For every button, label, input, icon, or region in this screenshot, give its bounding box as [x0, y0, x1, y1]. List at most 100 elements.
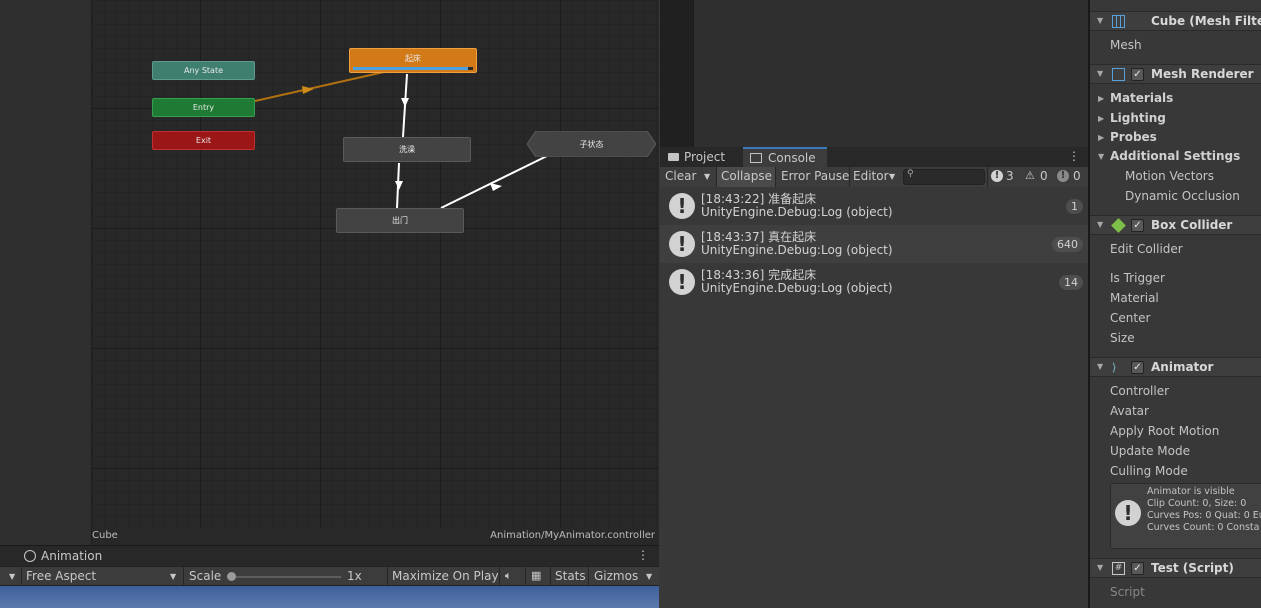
aspect-chevron-down-icon[interactable]: ▼ — [170, 572, 176, 581]
scale-slider-thumb[interactable] — [227, 572, 236, 581]
search-icon: ⚲ — [907, 169, 914, 179]
probes-label: Probes — [1110, 130, 1157, 144]
controller-label: Controller — [1110, 384, 1170, 398]
additional-settings-foldout[interactable]: ▼ Additional Settings — [1098, 149, 1241, 163]
mesh-field-label: Mesh — [1110, 38, 1142, 52]
log-count-badge: 14 — [1059, 275, 1083, 290]
clear-options-chevron-down-icon[interactable]: ▼ — [704, 172, 710, 181]
info-line: Animator is visible — [1147, 486, 1235, 497]
scale-slider[interactable] — [231, 576, 341, 578]
info-icon: ! — [1115, 500, 1141, 526]
box-collider-enabled-checkbox[interactable]: ✓ — [1131, 219, 1144, 232]
exit-node[interactable]: Exit — [152, 131, 255, 150]
test-script-enabled-checkbox[interactable]: ✓ — [1131, 562, 1144, 575]
scene-panel — [660, 0, 1089, 147]
graph-footer: Cube Animation/MyAnimator.controller — [92, 527, 659, 545]
log-entry[interactable]: ! [18:43:37] 真在起床 UnityEngine.Debug:Log … — [660, 225, 1088, 263]
project-tab-label: Project — [684, 150, 726, 164]
any-state-label: Any State — [184, 66, 223, 75]
more-options-icon[interactable]: ⋮ — [637, 548, 649, 562]
editor-chevron-down-icon[interactable]: ▼ — [889, 172, 895, 181]
transition-chumen-substate[interactable] — [440, 154, 550, 209]
gizmos-button[interactable]: Gizmos — [594, 569, 638, 583]
error-count[interactable]: 0 — [1073, 169, 1081, 183]
log-entry[interactable]: ! [18:43:22] 准备起床 UnityEngine.Debug:Log … — [660, 187, 1088, 225]
mesh-filter-header[interactable]: ▼ Cube (Mesh Filter) — [1090, 11, 1261, 31]
info-line: Curves Count: 0 Consta — [1147, 522, 1260, 533]
warning-icon: ⚠ — [1025, 169, 1035, 182]
mesh-renderer-title: Mesh Renderer — [1151, 67, 1254, 81]
transition-arrow-1 — [401, 98, 409, 107]
log-count-badge: 640 — [1052, 237, 1083, 252]
fold-down-icon[interactable]: ▼ — [1097, 220, 1103, 229]
update-mode-label: Update Mode — [1110, 444, 1190, 458]
edit-collider-label[interactable]: Edit Collider — [1110, 242, 1183, 256]
mesh-filter-title: Cube (Mesh Filter) — [1151, 14, 1261, 28]
default-state-node-qichuang[interactable]: 起床 — [349, 48, 477, 73]
grid-icon[interactable]: ▦ — [531, 569, 541, 582]
gizmos-chevron-down-icon[interactable]: ▼ — [646, 572, 652, 581]
state-progress-track — [353, 67, 473, 70]
any-state-node[interactable]: Any State — [152, 61, 255, 80]
mesh-renderer-enabled-checkbox[interactable]: ✓ — [1131, 68, 1144, 81]
xizao-label: 洗澡 — [399, 145, 415, 154]
info-log-icon: ! — [669, 269, 695, 295]
fold-down-icon[interactable]: ▼ — [1097, 563, 1103, 572]
test-script-header[interactable]: ▼ # ✓ Test (Script) — [1090, 558, 1261, 578]
lighting-foldout[interactable]: ▶ Lighting — [1098, 111, 1166, 125]
qichuang-label: 起床 — [405, 54, 421, 63]
log-entry[interactable]: ! [18:43:36] 完成起床 UnityEngine.Debug:Log … — [660, 263, 1088, 301]
tab-project[interactable]: Project — [668, 147, 725, 167]
animator-enabled-checkbox[interactable]: ✓ — [1131, 361, 1144, 374]
state-node-chumen[interactable]: 出门 — [336, 208, 464, 233]
scene-view[interactable] — [693, 0, 1089, 147]
animation-tab-label: Animation — [41, 549, 103, 563]
transition-arrow-3 — [490, 183, 502, 191]
info-log-icon: ! — [669, 231, 695, 257]
state-node-xizao[interactable]: 洗澡 — [343, 137, 471, 162]
editor-dropdown[interactable]: Editor — [853, 169, 889, 183]
stats-button[interactable]: Stats — [555, 569, 586, 583]
warning-count[interactable]: 0 — [1040, 169, 1048, 183]
game-view[interactable] — [0, 586, 659, 608]
log-count[interactable]: 3 — [1006, 169, 1014, 183]
fold-down-icon[interactable]: ▼ — [1097, 69, 1103, 78]
chumen-label: 出门 — [392, 216, 408, 225]
probes-foldout[interactable]: ▶ Probes — [1098, 130, 1157, 144]
materials-foldout[interactable]: ▶ Materials — [1098, 91, 1173, 105]
collapse-toggle[interactable]: Collapse — [721, 169, 772, 183]
mute-audio-icon[interactable]: 🔈︎ — [505, 569, 512, 583]
animator-title: Animator — [1151, 360, 1214, 374]
animator-graph-canvas[interactable]: Any State Entry Exit 起床 洗澡 出门 子状态 — [92, 0, 659, 527]
log-stack: UnityEngine.Debug:Log (object) — [701, 205, 893, 219]
entry-transition[interactable] — [254, 71, 385, 102]
mesh-renderer-icon — [1112, 68, 1125, 81]
maximize-on-play-toggle[interactable]: Maximize On Play — [392, 569, 499, 583]
substate-label: 子状态 — [579, 139, 604, 149]
exit-label: Exit — [195, 136, 212, 145]
selected-object-label: Cube — [92, 530, 118, 541]
fold-down-icon[interactable]: ▼ — [1097, 16, 1103, 25]
search-input[interactable]: ⚲ — [903, 169, 985, 185]
console-toolbar: Clear ▼ Collapse Error Pause Editor ▼ ⚲ … — [660, 167, 1088, 188]
aspect-dropdown[interactable]: Free Aspect — [26, 569, 96, 583]
entry-node[interactable]: Entry — [152, 98, 255, 117]
mesh-renderer-header[interactable]: ▼ ✓ Mesh Renderer — [1090, 64, 1261, 84]
clear-button[interactable]: Clear — [665, 169, 696, 183]
tab-console[interactable]: Console — [743, 147, 827, 167]
script-field-label: Script — [1110, 585, 1145, 599]
fold-down-icon[interactable]: ▼ — [1097, 362, 1103, 371]
display-dropdown-icon[interactable]: ▼ — [9, 572, 15, 581]
console-more-options-icon[interactable]: ⋮ — [1068, 149, 1080, 163]
transition-arrow-2 — [395, 181, 403, 190]
scale-label: Scale — [189, 569, 222, 583]
animator-header[interactable]: ▼ ⟩ ✓ Animator — [1090, 357, 1261, 377]
animation-icon — [24, 550, 36, 562]
dynamic-occlusion-label: Dynamic Occlusion — [1125, 189, 1240, 203]
error-pause-toggle[interactable]: Error Pause — [781, 169, 849, 183]
additional-settings-label: Additional Settings — [1110, 149, 1241, 163]
box-collider-header[interactable]: ▼ ✓ Box Collider — [1090, 215, 1261, 235]
box-collider-title: Box Collider — [1151, 218, 1233, 232]
tab-animation[interactable]: Animation — [24, 546, 102, 566]
console-log-list: ! [18:43:22] 准备起床 UnityEngine.Debug:Log … — [660, 187, 1088, 608]
